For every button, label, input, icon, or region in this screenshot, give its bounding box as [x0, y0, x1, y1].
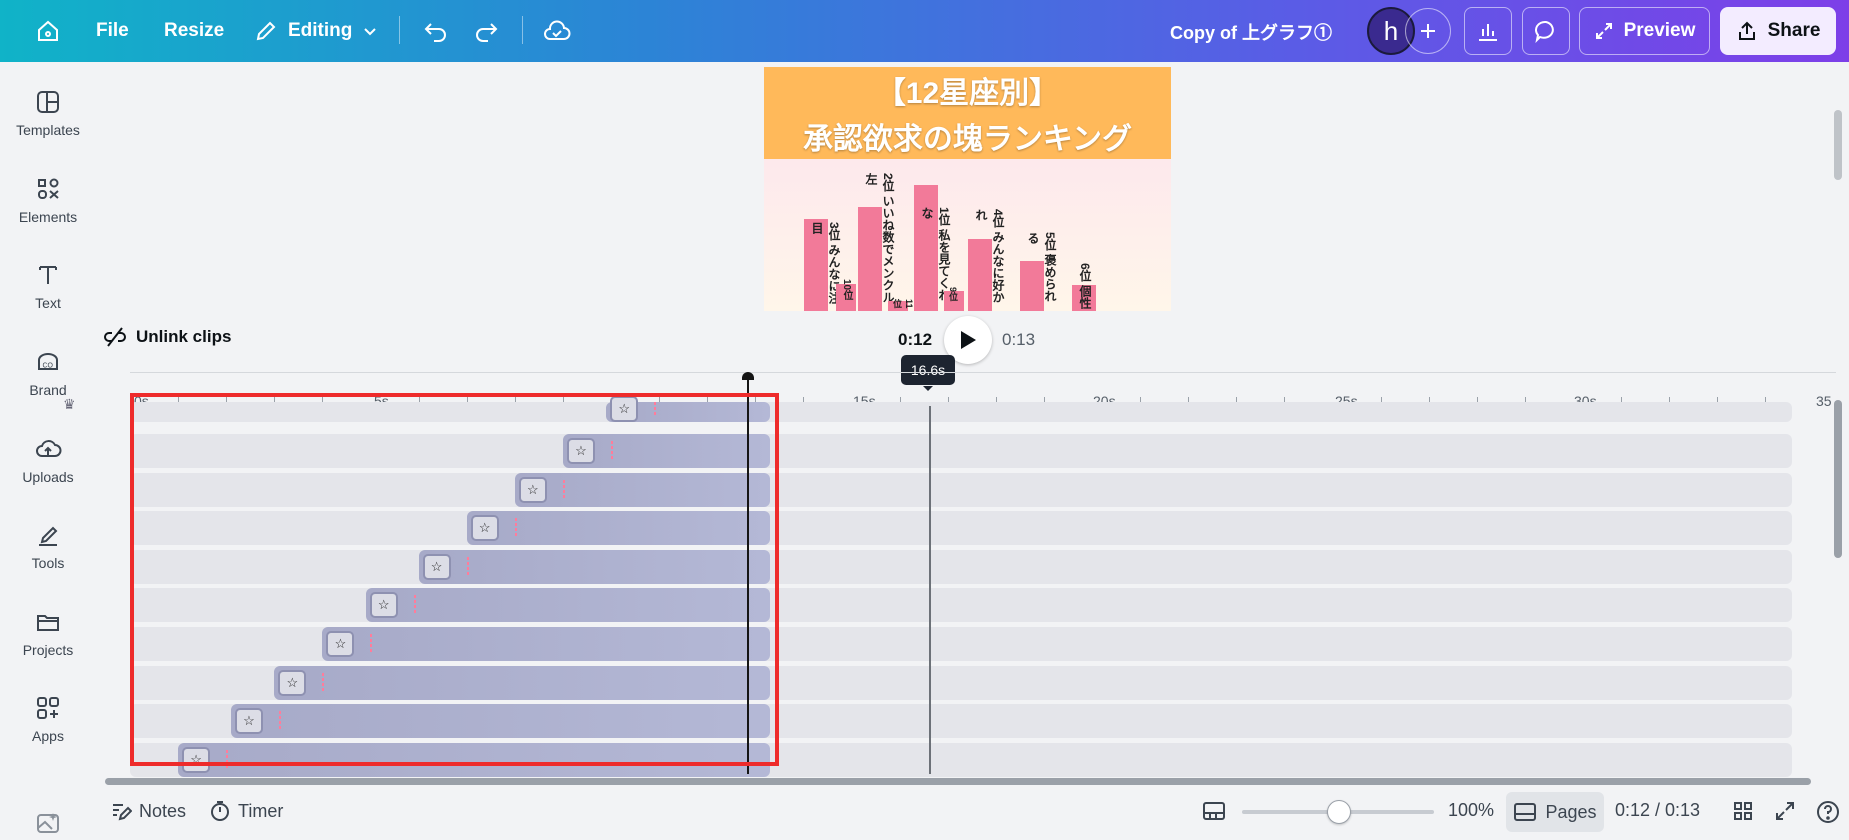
canvas-bar-label: 5位 褒められる	[1026, 232, 1057, 303]
zoom-level[interactable]: 100%	[1448, 800, 1494, 821]
undo-button[interactable]	[416, 11, 456, 51]
fullscreen-button[interactable]	[1774, 800, 1796, 822]
canvas-bar-label: 4位 みんなに好かれ	[974, 209, 1005, 304]
timer-icon	[211, 801, 229, 821]
canvas-bar-label: 2位 いいね数でメンクル左	[864, 173, 895, 304]
pages-icon	[1514, 803, 1537, 821]
resize-button[interactable]: Resize	[154, 11, 234, 51]
notes-button[interactable]: Notes	[110, 800, 186, 822]
fullscreen-icon	[1776, 802, 1794, 820]
timeline-view-icon	[1203, 802, 1225, 820]
svg-text:CO: CO	[43, 363, 54, 370]
home-button[interactable]	[28, 11, 68, 51]
editing-dropdown[interactable]: Editing	[244, 11, 388, 51]
timeline[interactable]: 0s 5s 10s 15s 20s 25s 30s 35 ☆☆☆☆☆☆☆☆☆☆	[105, 372, 1836, 785]
timeline-view-button[interactable]	[1202, 800, 1226, 822]
grid-view-button[interactable]	[1732, 800, 1754, 822]
share-icon	[1738, 21, 1755, 40]
timer-button[interactable]: Timer	[209, 800, 283, 822]
expand-icon	[1595, 23, 1612, 39]
notes-icon	[113, 804, 132, 821]
unlink-icon	[104, 327, 126, 347]
add-collaborator-button[interactable]	[1405, 8, 1451, 54]
horizontal-scrollbar[interactable]	[105, 778, 1811, 785]
unlink-clips-button[interactable]: Unlink clips	[102, 326, 231, 348]
bottom-bar: Notes Timer 100% Pages 0:12 / 0:13	[96, 790, 1849, 840]
pages-button[interactable]: Pages	[1506, 792, 1604, 832]
current-time: 0:12	[898, 330, 933, 349]
templates-icon	[37, 91, 59, 113]
insights-button[interactable]	[1464, 7, 1512, 55]
sidebar-item-elements[interactable]: Elements	[0, 160, 96, 240]
divider	[522, 16, 523, 44]
file-menu[interactable]: File	[86, 11, 139, 51]
canvas-title: 【12星座別】 承認欲求の塊ランキング	[764, 67, 1171, 159]
comments-button[interactable]	[1522, 7, 1570, 55]
sidebar-item-brand[interactable]: CO Brand	[0, 333, 96, 413]
hover-indicator-line	[929, 406, 931, 774]
canvas-bar-label: 11位	[892, 299, 914, 309]
pencil-icon	[256, 21, 276, 41]
play-icon	[961, 331, 976, 349]
grid-icon	[1734, 802, 1752, 820]
image-sparkle-icon	[37, 813, 59, 833]
help-button[interactable]	[1816, 800, 1840, 824]
ruler-label: 35	[1816, 393, 1832, 409]
tools-icon	[39, 526, 58, 546]
page-time-counter: 0:12 / 0:13	[1615, 800, 1701, 820]
canvas-bar-label: 10位	[841, 279, 852, 301]
home-icon	[38, 20, 58, 41]
save-status-button[interactable]	[537, 11, 577, 51]
redo-icon	[476, 23, 498, 42]
bar-chart-icon	[1479, 24, 1497, 41]
left-sidebar: Templates Elements Text ♛ CO Brand Uploa…	[0, 62, 96, 840]
sidebar-item-uploads[interactable]: Uploads	[0, 420, 96, 500]
chevron-down-icon	[364, 28, 377, 36]
share-button[interactable]: Share	[1720, 7, 1836, 55]
redo-button[interactable]	[466, 11, 506, 51]
sidebar-item-projects[interactable]: Projects	[0, 593, 96, 673]
sidebar-item-apps[interactable]: Apps	[0, 679, 96, 759]
plus-icon	[1421, 24, 1435, 38]
undo-icon	[424, 23, 446, 42]
canvas-bar-label: 6位 個性	[1078, 263, 1092, 310]
design-canvas[interactable]: 【12星座別】 承認欲求の塊ランキング 3位 みんなに注目 10位 2位 いいね…	[764, 67, 1171, 311]
timeline-scrollbar[interactable]	[1834, 400, 1842, 558]
canvas-bar-label: 9位	[948, 287, 958, 302]
canvas-scrollbar[interactable]	[1834, 110, 1842, 180]
divider	[399, 16, 400, 44]
comment-icon	[1535, 20, 1554, 43]
document-title[interactable]: Copy of 上グラフ①	[1170, 19, 1332, 45]
projects-icon	[37, 615, 59, 631]
highlight-box	[130, 393, 779, 766]
sidebar-item-templates[interactable]: Templates	[0, 73, 96, 153]
brand-icon: CO	[38, 353, 58, 370]
magic-media-button[interactable]	[0, 803, 96, 840]
text-icon	[39, 266, 57, 284]
uploads-icon	[36, 440, 62, 457]
elements-icon	[38, 178, 59, 199]
apps-icon	[37, 697, 59, 719]
sidebar-item-text[interactable]: Text	[0, 246, 96, 326]
top-bar: File Resize Editing Copy of 上グラフ① h Prev…	[0, 0, 1849, 62]
help-icon	[1817, 801, 1839, 823]
sidebar-item-tools[interactable]: Tools	[0, 506, 96, 586]
zoom-slider-handle[interactable]	[1327, 800, 1351, 824]
total-time: 0:13	[1002, 330, 1036, 349]
cloud-check-icon	[544, 20, 571, 40]
preview-button[interactable]: Preview	[1579, 7, 1710, 55]
